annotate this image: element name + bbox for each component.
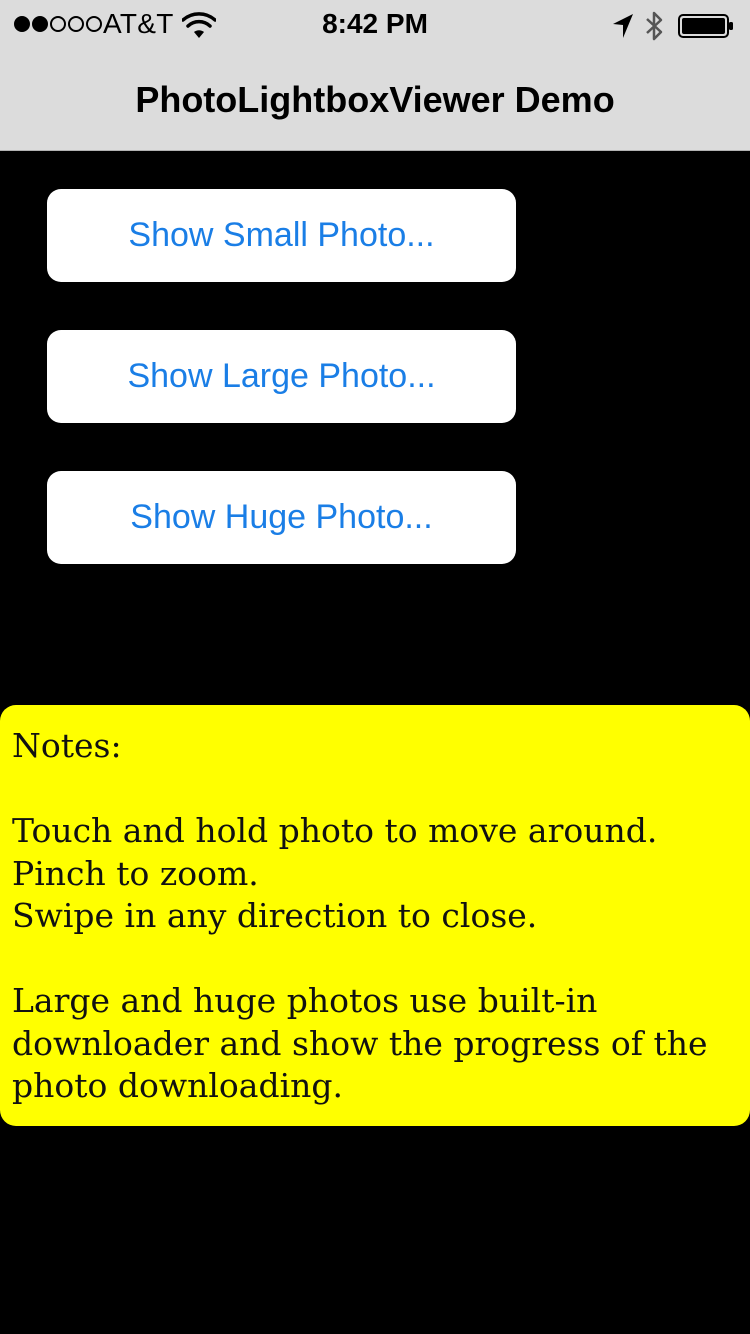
show-huge-photo-button[interactable]: Show Huge Photo...	[47, 471, 516, 564]
location-arrow-icon	[613, 14, 633, 38]
status-time: 8:42 PM	[322, 8, 428, 39]
show-small-photo-button[interactable]: Show Small Photo...	[47, 189, 516, 282]
notes-spacer	[12, 938, 738, 981]
battery-icon	[678, 14, 733, 38]
status-bar: AT&T 8:42 PM	[0, 0, 750, 50]
notes-spacer	[12, 768, 738, 811]
page-title: PhotoLightboxViewer Demo	[135, 79, 615, 120]
notes-line: photo downloading.	[12, 1066, 343, 1105]
notes-line: Swipe in any direction to close.	[12, 896, 538, 935]
notes-line: Pinch to zoom.	[12, 853, 259, 893]
notes-line: downloader and show the progress of the	[12, 1023, 708, 1063]
notes-heading: Notes:	[12, 726, 122, 765]
show-large-photo-button[interactable]: Show Large Photo...	[47, 330, 516, 423]
notes-line: Touch and hold photo to move around.	[12, 811, 658, 850]
notes-line: Large and huge photos use built-in	[12, 981, 598, 1020]
navigation-bar: AT&T 8:42 PM PhotoLightboxViewer Demo	[0, 0, 750, 151]
notes-panel: Notes: Touch and hold photo to move arou…	[0, 705, 750, 1126]
bluetooth-icon	[646, 11, 663, 41]
